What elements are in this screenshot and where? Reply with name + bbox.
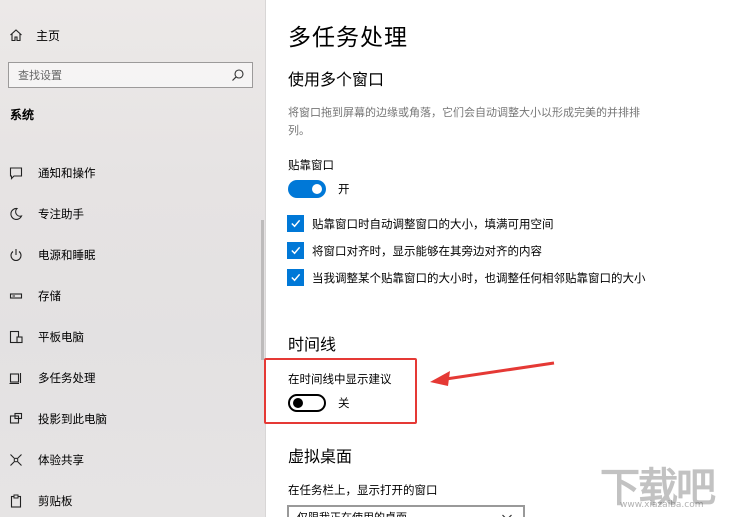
checkbox-label: 将窗口对齐时，显示能够在其旁边对齐的内容 (312, 243, 542, 258)
storage-icon (8, 288, 24, 304)
sidebar-scrollbar[interactable] (261, 220, 264, 360)
windows-description: 将窗口拖到屏幕的边缘或角落，它们会自动调整大小以形成完美的并排排列。 (288, 106, 640, 137)
search-input[interactable] (18, 68, 218, 82)
sidebar-item-label: 平板电脑 (38, 329, 84, 344)
notification-icon (8, 165, 24, 181)
sidebar: 主页 系统 通知和操作 专注助手 电源和睡眠 (0, 0, 266, 517)
sidebar-item-projection[interactable]: 投影到此电脑 (0, 398, 262, 439)
taskbar-windows-dropdown[interactable]: 仅限我正在使用的桌面 (287, 505, 525, 517)
sidebar-item-multitasking[interactable]: 多任务处理 (0, 357, 262, 398)
share-icon (8, 452, 24, 468)
watermark-url: www.xiazaiba.com (620, 500, 704, 510)
sidebar-item-focus-assist[interactable]: 专注助手 (0, 193, 262, 234)
sidebar-item-notifications[interactable]: 通知和操作 (0, 152, 262, 193)
sidebar-item-power[interactable]: 电源和睡眠 (0, 234, 262, 275)
checkbox-checked[interactable] (287, 242, 304, 259)
snap-label: 贴靠窗口 (288, 158, 334, 172)
multitasking-icon (8, 370, 24, 386)
sidebar-item-label: 体验共享 (38, 452, 84, 467)
checkbox-checked[interactable] (287, 215, 304, 232)
sidebar-item-label: 存储 (38, 288, 61, 303)
checkbox-label: 当我调整某个贴靠窗口的大小时，也调整任何相邻贴靠窗口的大小 (312, 270, 646, 285)
sidebar-item-tablet[interactable]: 平板电脑 (0, 316, 262, 357)
home-nav-item[interactable]: 主页 (8, 24, 60, 46)
home-icon (8, 27, 24, 43)
section-heading-windows: 使用多个窗口 (288, 70, 385, 89)
snap-toggle-state: 开 (338, 182, 350, 196)
section-title-system: 系统 (10, 108, 35, 122)
snap-option-1[interactable]: 贴靠窗口时自动调整窗口的大小，填满可用空间 (287, 215, 554, 232)
projection-icon (8, 411, 24, 427)
checkbox-checked[interactable] (287, 269, 304, 286)
clipboard-icon (8, 493, 24, 509)
chevron-down-icon (499, 509, 515, 517)
tablet-icon (8, 329, 24, 345)
section-heading-timeline: 时间线 (288, 335, 337, 354)
moon-icon (8, 206, 24, 222)
sidebar-item-label: 通知和操作 (38, 165, 96, 180)
snap-option-3[interactable]: 当我调整某个贴靠窗口的大小时，也调整任何相邻贴靠窗口的大小 (287, 269, 646, 286)
sidebar-item-shared-experiences[interactable]: 体验共享 (0, 439, 262, 480)
annotation-arrow-icon (430, 361, 555, 386)
annotation-highlight-box (264, 358, 417, 424)
sidebar-item-clipboard[interactable]: 剪贴板 (0, 480, 262, 517)
sidebar-item-label: 多任务处理 (38, 370, 96, 385)
taskbar-windows-label: 在任务栏上，显示打开的窗口 (288, 483, 438, 497)
sidebar-item-label: 投影到此电脑 (38, 411, 107, 426)
dropdown-value: 仅限我正在使用的桌面 (297, 509, 407, 517)
section-heading-virtual-desktops: 虚拟桌面 (288, 447, 353, 466)
sidebar-nav: 通知和操作 专注助手 电源和睡眠 存储 平板电脑 多任务处理 投影到此电脑 体验… (0, 152, 262, 517)
sidebar-item-storage[interactable]: 存储 (0, 275, 262, 316)
sidebar-item-label: 专注助手 (38, 206, 84, 221)
main-content: 多任务处理 使用多个窗口 将窗口拖到屏幕的边缘或角落，它们会自动调整大小以形成完… (267, 0, 737, 517)
sidebar-item-label: 剪贴板 (38, 493, 73, 508)
checkbox-label: 贴靠窗口时自动调整窗口的大小，填满可用空间 (312, 216, 554, 231)
home-label: 主页 (36, 28, 61, 43)
snap-toggle-row: 开 (288, 180, 350, 198)
search-icon[interactable] (230, 67, 246, 83)
sidebar-item-label: 电源和睡眠 (38, 247, 96, 262)
page-title: 多任务处理 (288, 25, 408, 51)
snap-toggle[interactable] (288, 180, 326, 198)
snap-option-2[interactable]: 将窗口对齐时，显示能够在其旁边对齐的内容 (287, 242, 542, 259)
search-box[interactable] (8, 62, 253, 88)
power-icon (8, 247, 24, 263)
